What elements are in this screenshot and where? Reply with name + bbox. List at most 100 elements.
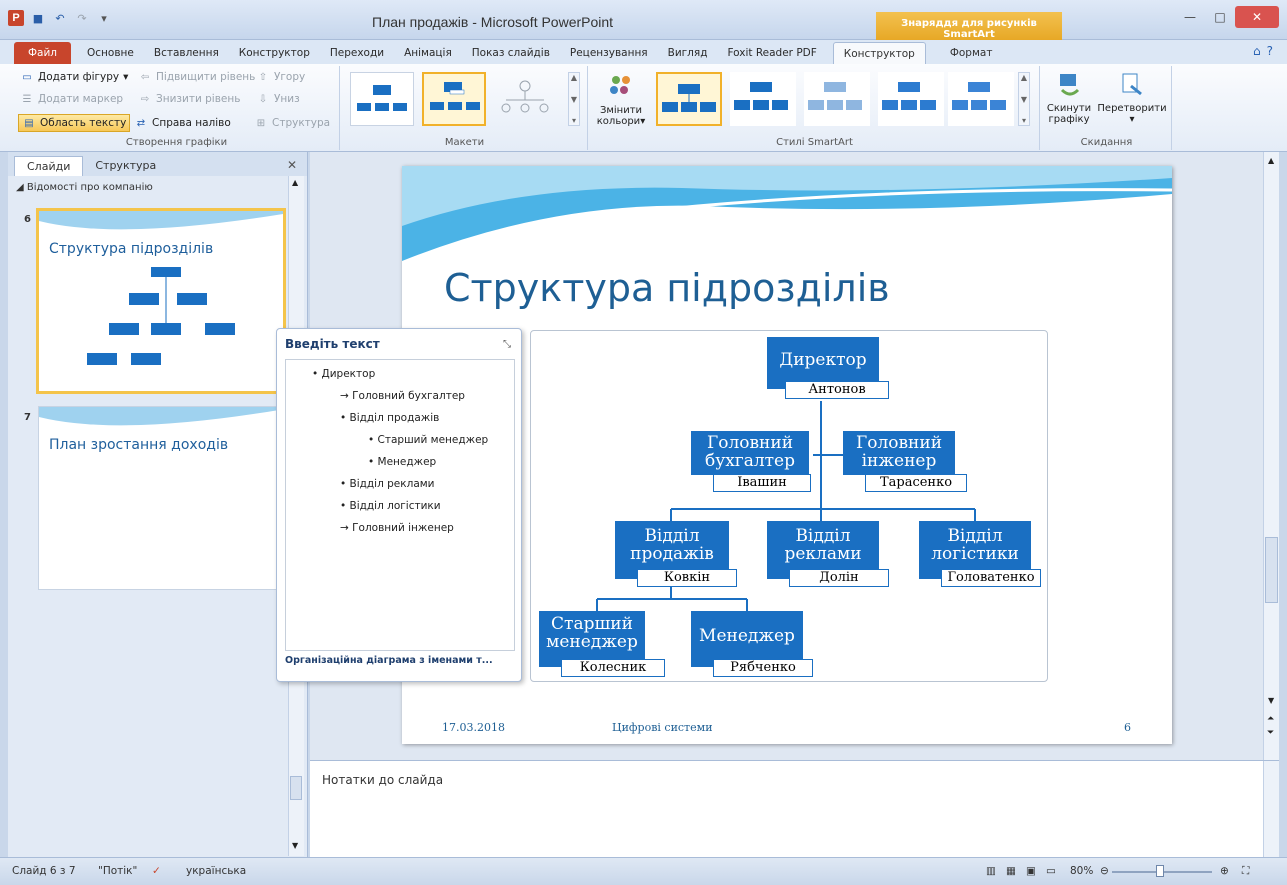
list-item[interactable]: • Відділ реклами <box>340 478 435 490</box>
redo-icon[interactable]: ↷ <box>74 10 90 26</box>
slide-title[interactable]: Структура підрозділів <box>444 266 890 310</box>
scroll-up-icon[interactable]: ▲ <box>292 178 298 187</box>
style-thumb-2[interactable] <box>730 72 796 126</box>
footer-text[interactable]: Цифрові системи <box>612 721 713 734</box>
right-to-left-button[interactable]: ⇄ Справа наліво <box>134 116 231 130</box>
tab-home[interactable]: Основне <box>77 42 144 64</box>
theme-name[interactable]: "Потік" <box>98 865 137 877</box>
zoom-slider-knob[interactable] <box>1156 865 1164 877</box>
undo-icon[interactable]: ↶ <box>52 10 68 26</box>
powerpoint-logo-icon[interactable]: P <box>8 10 24 26</box>
node-ads-dept-name[interactable]: Долін <box>789 569 889 587</box>
list-item[interactable]: • Відділ продажів <box>340 412 439 424</box>
minimize-icon[interactable]: — <box>1175 6 1205 28</box>
tab-slides[interactable]: Слайди <box>14 156 84 176</box>
node-senior-manager-name[interactable]: Колесник <box>561 659 665 677</box>
node-chief-engineer[interactable]: Головний інженер <box>843 431 955 475</box>
scroll-down-icon[interactable]: ▼ <box>292 841 298 850</box>
scroll-down-icon[interactable]: ▼ <box>1268 696 1274 705</box>
minimize-ribbon-icon[interactable]: ⌂ <box>1253 44 1261 58</box>
normal-view-icon[interactable]: ▥ <box>986 865 996 877</box>
tab-file[interactable]: Файл <box>14 42 72 64</box>
node-sales-dept-name[interactable]: Ковкін <box>637 569 737 587</box>
slide-scrollbar[interactable]: ▲ ▼ ⏶ ⏷ <box>1263 152 1279 760</box>
fit-to-window-icon[interactable]: ⛶ <box>1242 865 1249 878</box>
node-manager-name[interactable]: Рябченко <box>713 659 813 677</box>
change-colors-button[interactable]: Змінити кольори▾ <box>594 72 648 127</box>
move-up-button[interactable]: ⇧ Угору <box>256 70 305 84</box>
style-thumb-4[interactable] <box>878 72 944 126</box>
zoom-out-icon[interactable]: ⊖ <box>1100 865 1109 877</box>
move-down-button[interactable]: ⇩ Униз <box>256 92 300 106</box>
notes-scrollbar[interactable] <box>1263 761 1279 858</box>
slide-sorter-icon[interactable]: ▦ <box>1006 865 1016 877</box>
list-item[interactable]: → Головний бухгалтер <box>340 390 465 402</box>
layouts-gallery-scroll[interactable]: ▲ ▼ ▾ <box>568 72 580 126</box>
promote-button[interactable]: ⇦ Підвищити рівень <box>138 70 256 84</box>
slideshow-view-icon[interactable]: ▭ <box>1046 865 1056 877</box>
node-chief-accountant[interactable]: Головний бухгалтер <box>691 431 809 475</box>
layout-thumb-2[interactable] <box>422 72 486 126</box>
list-item[interactable]: • Старший менеджер <box>368 434 488 446</box>
list-item[interactable]: • Відділ логістики <box>340 500 441 512</box>
zoom-in-icon[interactable]: ⊕ <box>1220 865 1229 877</box>
footer-date[interactable]: 17.03.2018 <box>442 721 505 734</box>
footer-slide-number[interactable]: 6 <box>1124 721 1131 734</box>
tab-smartart-format[interactable]: Формат <box>926 42 1017 64</box>
list-item[interactable]: → Головний інженер <box>340 522 454 534</box>
style-thumb-3[interactable] <box>804 72 870 126</box>
demote-button[interactable]: ⇨ Знизити рівень <box>138 92 241 106</box>
next-slide-icon[interactable]: ⏷ <box>1267 728 1274 738</box>
style-thumb-5[interactable] <box>948 72 1014 126</box>
text-pane-button[interactable]: ▤ Область тексту <box>18 114 131 132</box>
slide-thumbnail-7[interactable]: План зростання доходів <box>38 406 284 590</box>
help-icon[interactable]: ? <box>1267 44 1273 58</box>
scroll-thumb[interactable] <box>1265 537 1278 603</box>
slide-thumbnail-6[interactable]: Структура підрозділів <box>36 208 286 394</box>
node-chief-accountant-name[interactable]: Івашин <box>713 474 811 492</box>
layout-button[interactable]: ⊞ Структура <box>254 116 330 130</box>
maximize-icon[interactable]: □ <box>1205 6 1235 28</box>
node-logistics-dept-name[interactable]: Головатенко <box>941 569 1041 587</box>
convert-button[interactable]: Перетворити ▾ <box>1096 70 1168 125</box>
tab-design[interactable]: Конструктор <box>229 42 320 64</box>
reset-graphic-button[interactable]: Скинути графіку <box>1044 70 1094 125</box>
add-bullet-button[interactable]: ☰ Додати маркер <box>20 92 124 106</box>
reading-view-icon[interactable]: ▣ <box>1026 865 1036 877</box>
add-shape-button[interactable]: ▭ Додати фігуру ▾ <box>20 70 128 84</box>
close-text-pane-icon[interactable]: ⤡ <box>503 339 511 350</box>
node-chief-engineer-name[interactable]: Тарасенко <box>865 474 967 492</box>
save-icon[interactable]: ■ <box>30 10 46 26</box>
text-pane-list[interactable]: • Директор → Головний бухгалтер • Відділ… <box>285 359 515 651</box>
tab-outline[interactable]: Структура <box>83 156 168 176</box>
text-pane-footer[interactable]: Організаційна діаграма з іменами т... <box>285 655 515 666</box>
zoom-level[interactable]: 80% <box>1070 865 1093 877</box>
close-panel-icon[interactable]: ✕ <box>287 158 297 172</box>
node-director-name[interactable]: Антонов <box>785 381 889 399</box>
close-icon[interactable]: ✕ <box>1235 6 1279 28</box>
scroll-up-icon[interactable]: ▲ <box>1268 156 1274 165</box>
tab-foxit[interactable]: Foxit Reader PDF <box>717 42 826 64</box>
smartart-graphic[interactable]: Директор Антонов Головний бухгалтер Іваш… <box>530 330 1048 682</box>
layout-thumb-1[interactable] <box>350 72 414 126</box>
tab-smartart-design[interactable]: Конструктор <box>832 42 926 64</box>
notes-pane[interactable]: Нотатки до слайда <box>310 760 1279 858</box>
notes-placeholder[interactable]: Нотатки до слайда <box>322 773 443 787</box>
styles-gallery-scroll[interactable]: ▲ ▼ ▾ <box>1018 72 1030 126</box>
tab-view[interactable]: Вигляд <box>658 42 718 64</box>
layout-thumb-3[interactable] <box>494 72 558 126</box>
style-thumb-1[interactable] <box>656 72 722 126</box>
spellcheck-icon[interactable]: ✓ <box>152 865 161 877</box>
previous-slide-icon[interactable]: ⏶ <box>1267 714 1274 724</box>
customize-qat-icon[interactable]: ▾ <box>96 10 112 26</box>
tab-transitions[interactable]: Переходи <box>320 42 394 64</box>
tab-insert[interactable]: Вставлення <box>144 42 229 64</box>
scroll-thumb[interactable] <box>290 776 302 800</box>
tab-animations[interactable]: Анімація <box>394 42 462 64</box>
section-header[interactable]: ◢ Відомості про компанію <box>16 182 153 193</box>
list-item[interactable]: • Директор <box>312 368 375 380</box>
list-item[interactable]: • Менеджер <box>368 456 436 468</box>
language[interactable]: українська <box>186 865 246 877</box>
tab-slideshow[interactable]: Показ слайдів <box>462 42 560 64</box>
tab-review[interactable]: Рецензування <box>560 42 658 64</box>
